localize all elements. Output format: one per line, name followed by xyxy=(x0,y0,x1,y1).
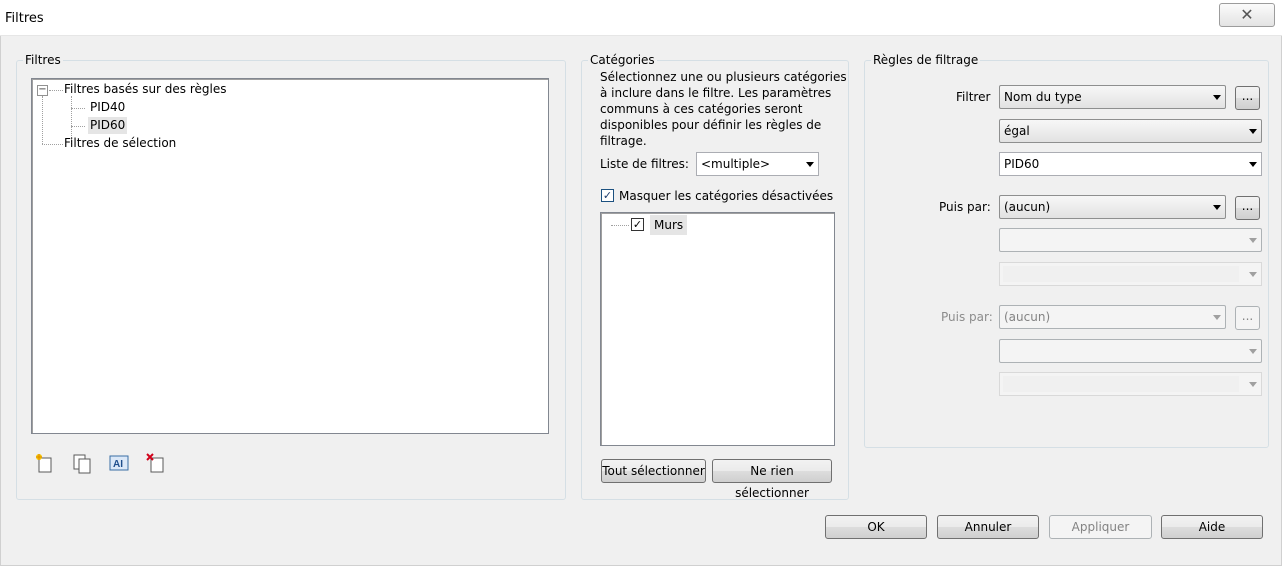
then-by-label-1: Puis par: xyxy=(939,200,991,214)
hide-disabled-checkbox[interactable]: ✓ xyxy=(601,189,614,202)
select-all-button[interactable]: Tout sélectionner xyxy=(601,459,706,483)
tree-node-pid60[interactable]: PID60 xyxy=(88,117,128,134)
help-button[interactable]: Aide xyxy=(1161,515,1263,539)
parameter-dropdown[interactable]: Nom du type xyxy=(999,85,1226,109)
filter-list-dropdown[interactable]: <multiple> xyxy=(696,152,819,176)
chevron-down-icon xyxy=(1249,349,1257,354)
tree-node-selection-filters[interactable]: Filtres de sélection xyxy=(64,136,176,150)
operator-value: égal xyxy=(1004,124,1030,138)
window-title: Filtres xyxy=(5,11,44,26)
parameter-value: Nom du type xyxy=(1004,90,1082,104)
categories-group-label: Catégories xyxy=(588,53,657,67)
filter-list-value: <multiple> xyxy=(701,157,771,171)
value-field-disabled xyxy=(1003,376,1239,392)
value-field-disabled xyxy=(1003,266,1239,282)
chevron-down-icon xyxy=(1213,315,1221,320)
chevron-down-icon xyxy=(1249,382,1257,387)
categories-description-line-2: à inclure dans le filtre. Les paramètres xyxy=(600,86,832,100)
then-by-value-combobox-2[interactable] xyxy=(999,372,1262,396)
chevron-down-icon xyxy=(1213,205,1221,210)
tree-node-rule-based-filters[interactable]: Filtres basés sur des règles xyxy=(64,82,227,96)
then-by-value-combobox-1[interactable] xyxy=(999,262,1262,286)
filters-tree[interactable]: − Filtres basés sur des règles PID40 PID… xyxy=(31,78,549,434)
then-by-operator-dropdown-1[interactable] xyxy=(999,228,1262,252)
close-icon: ✕ xyxy=(1240,5,1254,24)
tree-node-pid40[interactable]: PID40 xyxy=(90,100,125,114)
parameter-more-button[interactable]: ... xyxy=(1235,86,1260,110)
cancel-button[interactable]: Annuler xyxy=(937,515,1039,539)
rules-group-label: Règles de filtrage xyxy=(871,53,981,67)
close-button[interactable]: ✕ xyxy=(1219,3,1275,27)
operator-dropdown[interactable]: égal xyxy=(999,119,1262,143)
ok-button[interactable]: OK xyxy=(825,515,927,539)
categories-tree[interactable]: ✓ Murs xyxy=(600,212,835,446)
category-checkbox-murs[interactable]: ✓ xyxy=(631,218,644,231)
then-by-parameter-dropdown-1[interactable]: (aucun) xyxy=(999,195,1226,219)
select-none-button[interactable]: Ne rien sélectionner xyxy=(712,459,832,500)
filter-list-label: Liste de filtres: xyxy=(600,157,689,171)
title-bar: Filtres ✕ xyxy=(0,0,1282,36)
svg-text:AI: AI xyxy=(113,459,123,470)
then-by-more-button-2[interactable]: ... xyxy=(1235,306,1260,330)
chevron-down-icon xyxy=(1249,272,1257,277)
then-by-label-2: Puis par: xyxy=(941,310,993,324)
chevron-down-icon xyxy=(1249,162,1257,167)
categories-description-line-1: Sélectionnez une ou plusieurs catégories xyxy=(600,70,847,84)
filter-by-label: Filtrer xyxy=(956,90,991,104)
categories-description-line-3: communs à ces catégories seront xyxy=(600,102,803,116)
chevron-down-icon xyxy=(1249,238,1257,243)
duplicate-filter-icon[interactable] xyxy=(71,452,95,476)
chevron-down-icon xyxy=(1213,95,1221,100)
apply-button[interactable]: Appliquer xyxy=(1049,515,1152,539)
value-text: PID60 xyxy=(1004,157,1040,171)
rename-filter-icon[interactable]: AI xyxy=(108,452,132,476)
categories-description-line-5: filtrage. xyxy=(600,134,647,148)
delete-filter-icon[interactable] xyxy=(145,452,169,476)
then-by-operator-dropdown-2[interactable] xyxy=(999,339,1262,363)
then-by-parameter-dropdown-2[interactable]: (aucun) xyxy=(999,305,1226,329)
value-combobox[interactable]: PID60 xyxy=(999,152,1262,176)
hide-disabled-label: Masquer les catégories désactivées xyxy=(619,189,834,203)
category-item-murs[interactable]: Murs xyxy=(650,215,688,235)
new-filter-icon[interactable] xyxy=(34,452,58,476)
dialog-body: Filtres − Filtres basés sur des règles P… xyxy=(0,36,1282,566)
then-by-value-1: (aucun) xyxy=(1004,200,1051,214)
collapse-icon[interactable]: − xyxy=(37,85,48,96)
categories-description-line-4: disponibles pour définir les règles de xyxy=(600,118,822,132)
filters-group-label: Filtres xyxy=(23,53,63,67)
chevron-down-icon xyxy=(806,162,814,167)
then-by-value-2: (aucun) xyxy=(1004,310,1051,324)
then-by-more-button-1[interactable]: ... xyxy=(1235,196,1260,220)
chevron-down-icon xyxy=(1249,129,1257,134)
